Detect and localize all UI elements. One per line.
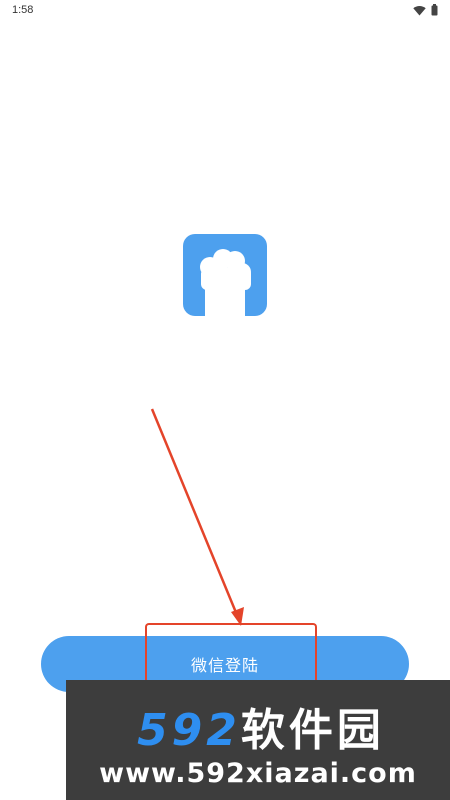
- wechat-login-button[interactable]: 微信登陆: [41, 636, 409, 692]
- status-time: 1:58: [12, 4, 34, 16]
- app-logo: [183, 234, 267, 316]
- status-icons: [413, 4, 438, 16]
- wechat-login-label: 微信登陆: [190, 656, 259, 675]
- paw-icon: [200, 249, 251, 316]
- battery-icon: [431, 4, 438, 16]
- watermark-brand-digits: 592: [137, 705, 241, 756]
- watermark-banner: 592软件园 www.592xiazai.com: [66, 680, 450, 800]
- wifi-icon: [413, 5, 426, 15]
- watermark-brand-name: 软件园: [240, 705, 385, 756]
- watermark-url: www.592xiazai.com: [99, 758, 417, 789]
- status-bar: 1:58: [0, 0, 450, 22]
- watermark-logo: 592软件园: [76, 694, 446, 758]
